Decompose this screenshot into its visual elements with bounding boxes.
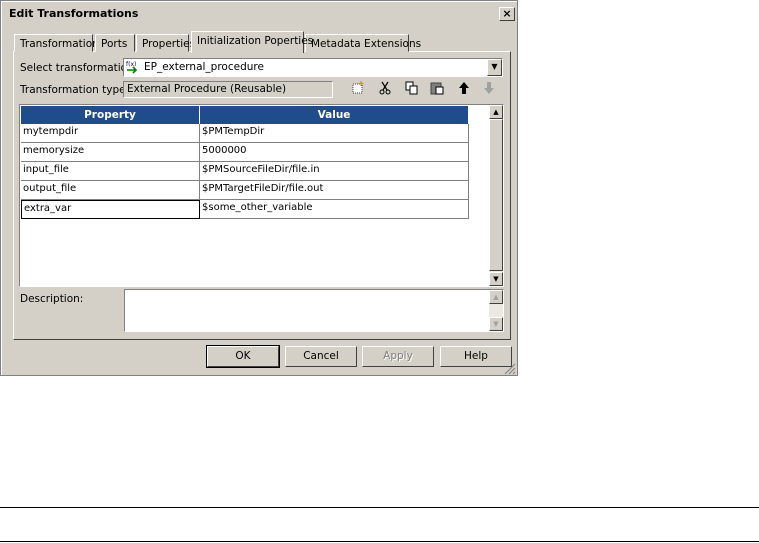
property-cell-selected[interactable]: extra_var — [21, 200, 200, 219]
scroll-thumb[interactable] — [489, 119, 503, 271]
value-cell[interactable]: $PMTargetFileDir/file.out — [200, 181, 469, 200]
value-cell[interactable]: $PMTempDir — [200, 124, 469, 143]
description-label: Description: — [20, 293, 84, 305]
select-transformation-label: Select transformation: — [20, 62, 138, 74]
tab-transformation[interactable]: Transformation — [14, 34, 99, 52]
table-row[interactable]: extra_var $some_other_variable — [21, 200, 469, 219]
tab-ports[interactable]: Ports — [95, 34, 135, 52]
property-cell[interactable]: memorysize — [21, 143, 200, 162]
table-row[interactable]: output_file $PMTargetFileDir/file.out — [21, 181, 469, 200]
table-row[interactable]: memorysize 5000000 — [21, 143, 469, 162]
table-row[interactable]: mytempdir $PMTempDir — [21, 124, 469, 143]
close-button[interactable]: × — [499, 7, 515, 21]
edit-transformations-dialog: Edit Transformations × Transformation Po… — [0, 0, 518, 376]
external-procedure-icon: f(x) — [126, 60, 140, 74]
property-cell[interactable]: input_file — [21, 162, 200, 181]
move-up-icon[interactable] — [455, 81, 473, 98]
move-down-icon[interactable] — [480, 81, 498, 98]
dialog-title: Edit Transformations — [9, 7, 139, 20]
svg-text:f(x): f(x) — [126, 61, 136, 68]
transformation-type-label: Transformation type: — [20, 84, 130, 96]
select-transformation-dropdown[interactable]: f(x) EP_external_procedure ▼ — [123, 58, 503, 77]
selected-transformation: EP_external_procedure — [144, 61, 264, 73]
ok-button[interactable]: OK — [206, 345, 280, 368]
description-scrollbar[interactable]: ▲ ▼ — [489, 290, 503, 331]
column-header-value[interactable]: Value — [200, 106, 469, 124]
paste-icon[interactable] — [428, 81, 446, 98]
table-row[interactable]: input_file $PMSourceFileDir/file.in — [21, 162, 469, 181]
resize-grip-icon[interactable] — [504, 363, 516, 375]
close-icon: × — [502, 7, 512, 20]
value-cell[interactable]: 5000000 — [200, 143, 469, 162]
chevron-down-icon[interactable]: ▼ — [487, 59, 502, 76]
value-cell[interactable]: $some_other_variable — [200, 200, 469, 219]
cut-icon[interactable] — [376, 81, 394, 98]
title-bar[interactable]: Edit Transformations × — [3, 3, 515, 23]
scroll-down-icon[interactable]: ▼ — [489, 272, 503, 286]
tab-properties[interactable]: Properties — [136, 34, 195, 52]
scroll-down-icon[interactable]: ▼ — [489, 317, 503, 331]
apply-button[interactable]: Apply — [362, 346, 434, 367]
property-cell[interactable]: output_file — [21, 181, 200, 200]
copy-icon[interactable] — [403, 81, 421, 98]
new-icon[interactable] — [349, 81, 367, 98]
value-cell[interactable]: $PMSourceFileDir/file.in — [200, 162, 469, 181]
divider-line — [0, 541, 759, 542]
property-cell[interactable]: mytempdir — [21, 124, 200, 143]
cancel-button[interactable]: Cancel — [285, 346, 357, 367]
scroll-up-icon[interactable]: ▲ — [489, 290, 503, 304]
divider-line — [0, 507, 759, 508]
transformation-type-value: External Procedure (Reusable) — [123, 81, 333, 98]
properties-grid: Property Value mytempdir $PMTempDir memo… — [19, 104, 504, 287]
column-header-property[interactable]: Property — [21, 106, 200, 124]
tab-initialization-properties[interactable]: Initialization Poperties — [191, 31, 313, 53]
tab-metadata-extensions[interactable]: Metadata Extensions — [305, 34, 421, 52]
scroll-up-icon[interactable]: ▲ — [489, 105, 503, 119]
grid-scrollbar[interactable]: ▲ ▼ — [489, 105, 503, 286]
help-button[interactable]: Help — [440, 346, 512, 367]
description-textarea[interactable]: ▲ ▼ — [124, 289, 504, 332]
